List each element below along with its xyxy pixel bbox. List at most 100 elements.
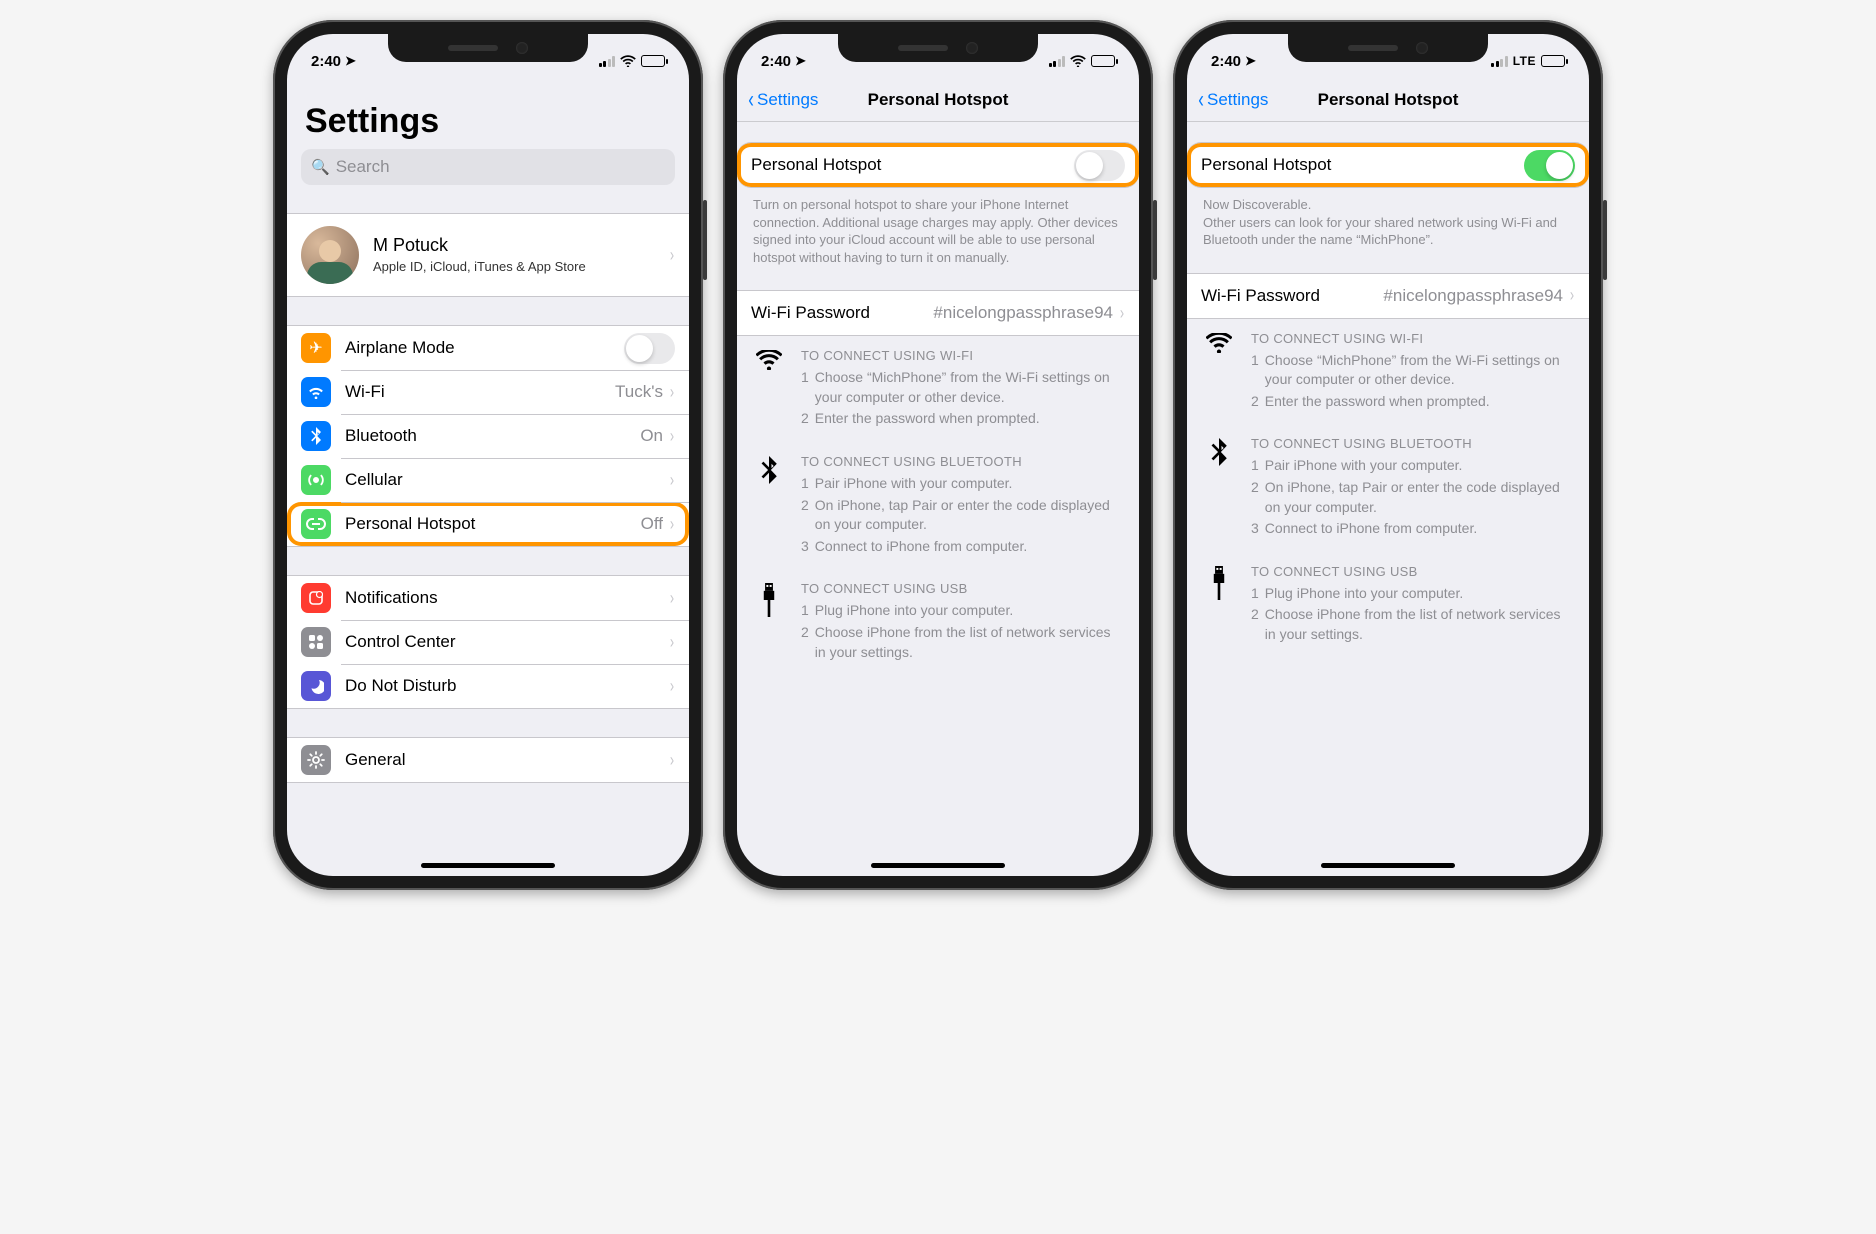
hotspot-off-footer: Turn on personal hotspot to share your i… [737, 188, 1139, 270]
general-icon [301, 745, 331, 775]
instr-bt-s2: On iPhone, tap Pair or enter the code di… [1265, 478, 1573, 517]
settings-content[interactable]: Settings 🔍 Search M Potuck Apple ID, iCl… [287, 78, 689, 876]
chevron-left-icon: ‹ [1198, 88, 1204, 112]
airplane-label: Airplane Mode [345, 338, 624, 358]
hotspot-content[interactable]: Personal Hotspot Now Discoverable. Other… [1187, 122, 1589, 876]
status-time: 2:40 [1211, 53, 1241, 70]
search-input[interactable]: 🔍 Search [301, 149, 675, 185]
back-button[interactable]: ‹ Settings [1197, 88, 1268, 112]
wifi-password-cell[interactable]: Wi-Fi Password #nicelongpassphrase94 › [737, 291, 1139, 335]
notifications-icon [301, 583, 331, 613]
screen-hotspot-on: 2:40 ➤ LTE ‹ Settings Personal Hotspot P… [1187, 34, 1589, 876]
chevron-right-icon: › [670, 632, 674, 653]
control-center-cell[interactable]: Control Center › [287, 620, 689, 664]
usb-icon [753, 581, 785, 663]
instructions-usb: TO CONNECT USING USB 1Plug iPhone into y… [737, 569, 1139, 675]
home-indicator[interactable] [1321, 863, 1455, 868]
hotspot-content[interactable]: Personal Hotspot Turn on personal hotspo… [737, 122, 1139, 876]
location-arrow-icon: ➤ [1245, 53, 1256, 69]
chevron-right-icon: › [670, 588, 674, 609]
instr-wifi-head: TO CONNECT USING WI-FI [801, 348, 1123, 363]
hotspot-toggle-label: Personal Hotspot [751, 155, 1074, 175]
battery-icon [641, 55, 665, 67]
general-label: General [345, 750, 669, 770]
instr-wifi-s1: Choose “MichPhone” from the Wi-Fi settin… [815, 368, 1123, 407]
wifi-label: Wi-Fi [345, 382, 615, 402]
wifi-cell[interactable]: Wi-Fi Tuck's › [287, 370, 689, 414]
bluetooth-value: On [640, 426, 663, 446]
usb-icon [1203, 564, 1235, 646]
hotspot-toggle-cell[interactable]: Personal Hotspot [737, 143, 1139, 187]
home-indicator[interactable] [421, 863, 555, 868]
search-placeholder: Search [336, 157, 390, 177]
general-cell[interactable]: General › [287, 738, 689, 782]
hotspot-toggle-cell[interactable]: Personal Hotspot [1187, 143, 1589, 187]
battery-icon [1091, 55, 1115, 67]
instr-bt-head: TO CONNECT USING BLUETOOTH [1251, 436, 1573, 451]
nav-bar: ‹ Settings Personal Hotspot [737, 78, 1139, 122]
instr-bt-head: TO CONNECT USING BLUETOOTH [801, 454, 1123, 469]
do-not-disturb-cell[interactable]: Do Not Disturb › [287, 664, 689, 708]
battery-icon [1541, 55, 1565, 67]
avatar [301, 226, 359, 284]
back-button[interactable]: ‹ Settings [747, 88, 818, 112]
screen-hotspot-off: 2:40 ➤ ‹ Settings Personal Hotspot [737, 34, 1139, 876]
cellular-cell[interactable]: Cellular › [287, 458, 689, 502]
instr-usb-head: TO CONNECT USING USB [1251, 564, 1573, 579]
control-center-icon [301, 627, 331, 657]
notifications-cell[interactable]: Notifications › [287, 576, 689, 620]
personal-hotspot-cell[interactable]: Personal Hotspot Off › [287, 502, 689, 546]
bluetooth-settings-icon [301, 421, 331, 451]
instr-wifi-head: TO CONNECT USING WI-FI [1251, 331, 1573, 346]
status-time: 2:40 [761, 53, 791, 70]
notch [388, 34, 588, 62]
chevron-right-icon: › [670, 470, 674, 491]
instr-wifi-s2: Enter the password when prompted. [815, 409, 1040, 429]
chevron-right-icon: › [1120, 303, 1124, 324]
wifi-icon [620, 55, 636, 67]
chevron-right-icon: › [670, 382, 674, 403]
do-not-disturb-icon [301, 671, 331, 701]
instr-usb-s2: Choose iPhone from the list of network s… [1265, 605, 1573, 644]
wifi-settings-icon [301, 377, 331, 407]
lte-label: LTE [1513, 54, 1536, 68]
hotspot-toggle-label: Personal Hotspot [1201, 155, 1524, 175]
hotspot-value: Off [641, 514, 663, 534]
chevron-right-icon: › [1570, 285, 1574, 306]
hotspot-toggle-off[interactable] [1074, 150, 1125, 181]
wifi-icon [1070, 55, 1086, 67]
bluetooth-label: Bluetooth [345, 426, 640, 446]
cellular-signal-icon [1049, 56, 1066, 67]
nav-bar: ‹ Settings Personal Hotspot [1187, 78, 1589, 122]
apple-id-cell[interactable]: M Potuck Apple ID, iCloud, iTunes & App … [287, 214, 689, 296]
wifi-icon [1203, 331, 1235, 413]
instructions-wifi: TO CONNECT USING WI-FI 1Choose “MichPhon… [737, 336, 1139, 442]
search-icon: 🔍 [311, 158, 330, 176]
wifi-password-cell[interactable]: Wi-Fi Password #nicelongpassphrase94 › [1187, 274, 1589, 318]
iphone-frame-1: 2:40 ➤ Settings 🔍 Search [273, 20, 703, 890]
home-indicator[interactable] [871, 863, 1005, 868]
airplane-mode-cell[interactable]: ✈ Airplane Mode [287, 326, 689, 370]
instr-usb-s1: Plug iPhone into your computer. [1265, 584, 1463, 604]
profile-name: M Potuck [373, 235, 669, 256]
instructions-bluetooth: TO CONNECT USING BLUETOOTH 1Pair iPhone … [737, 442, 1139, 569]
airplane-icon: ✈ [301, 333, 331, 363]
instr-wifi-s2: Enter the password when prompted. [1265, 392, 1490, 412]
hotspot-toggle-on[interactable] [1524, 150, 1575, 181]
instr-wifi-s1: Choose “MichPhone” from the Wi-Fi settin… [1265, 351, 1573, 390]
hotspot-on-footer: Now Discoverable. Other users can look f… [1187, 188, 1589, 253]
wifi-password-value: #nicelongpassphrase94 [933, 303, 1113, 323]
notifications-label: Notifications [345, 588, 669, 608]
bluetooth-cell[interactable]: Bluetooth On › [287, 414, 689, 458]
instr-bt-s3: Connect to iPhone from computer. [815, 537, 1027, 557]
instructions-wifi: TO CONNECT USING WI-FI 1Choose “MichPhon… [1187, 319, 1589, 425]
chevron-right-icon: › [670, 514, 674, 535]
hotspot-icon [301, 509, 331, 539]
now-discoverable: Now Discoverable. [1203, 197, 1311, 212]
wifi-password-label: Wi-Fi Password [751, 303, 933, 323]
location-arrow-icon: ➤ [345, 53, 356, 69]
chevron-right-icon: › [670, 676, 674, 697]
control-center-label: Control Center [345, 632, 669, 652]
chevron-right-icon: › [670, 426, 674, 447]
airplane-toggle[interactable] [624, 333, 675, 364]
